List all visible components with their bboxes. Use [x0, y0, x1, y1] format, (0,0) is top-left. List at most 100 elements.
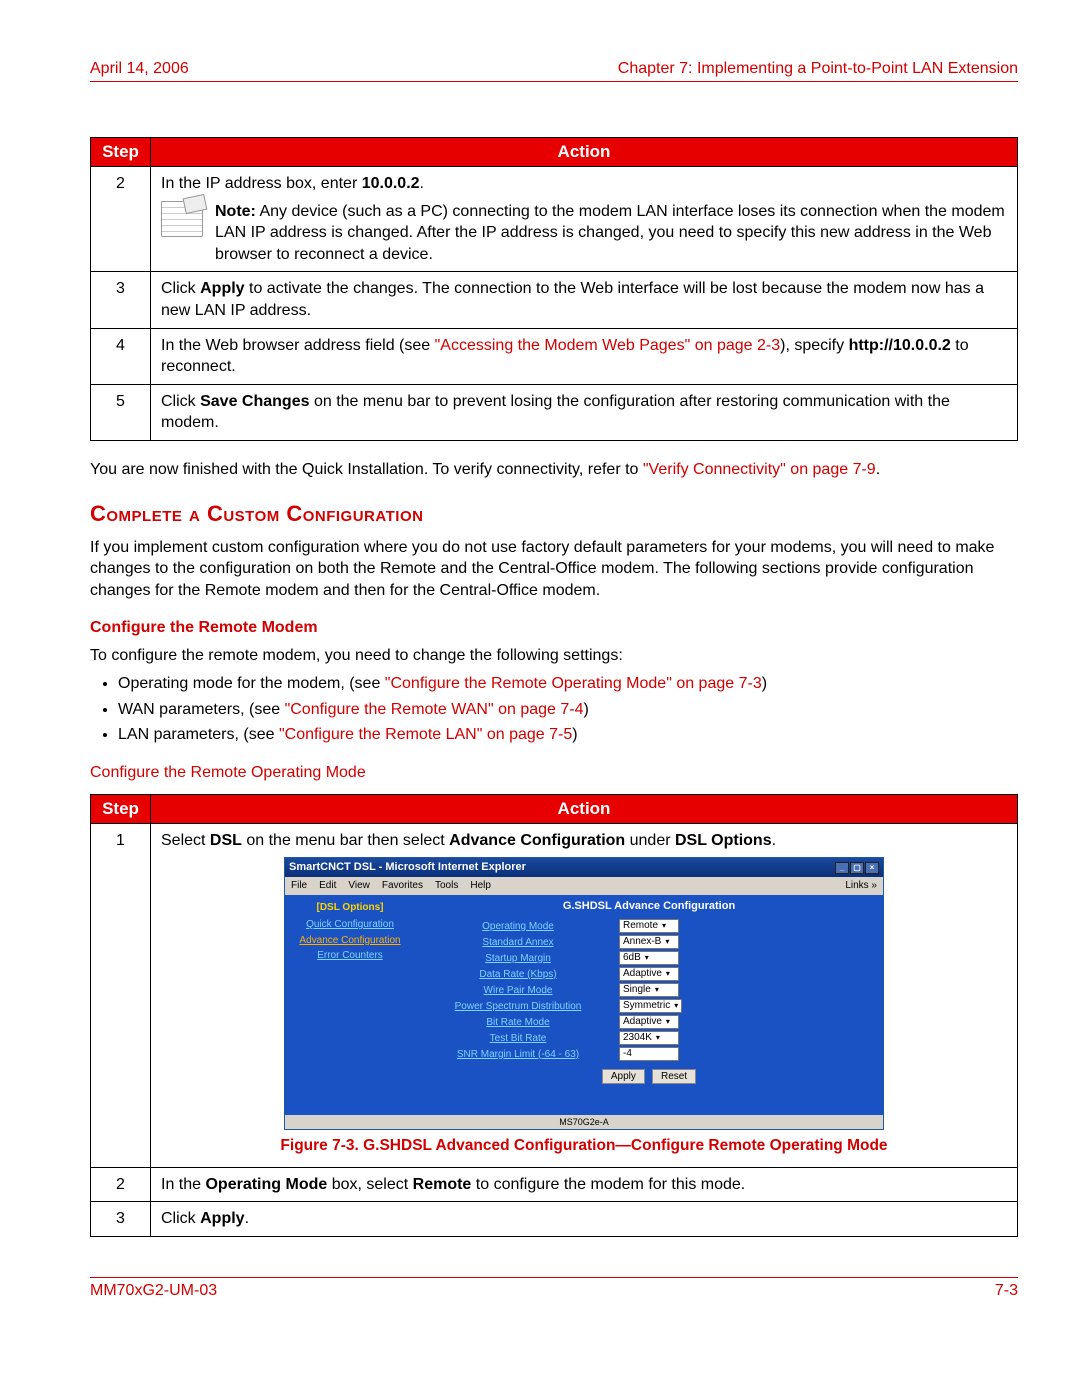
action-cell: Click Apply. [151, 1202, 1018, 1237]
sidebar: [DSL Options] Quick Configuration Advanc… [285, 895, 415, 1115]
field-label[interactable]: Wire Pair Mode [423, 984, 613, 998]
page-header: April 14, 2006 Chapter 7: Implementing a… [90, 60, 1018, 82]
note-block: Note: Any device (such as a PC) connecti… [161, 201, 1007, 266]
list-item: WAN parameters, (see "Configure the Remo… [118, 699, 1018, 721]
bold: Save Changes [200, 393, 309, 410]
snr-margin-input[interactable]: -4 [619, 1047, 679, 1061]
field-label[interactable]: Data Rate (Kbps) [423, 968, 613, 982]
field-label[interactable]: Operating Mode [423, 920, 613, 934]
step-cell: 1 [91, 823, 151, 1167]
menu-view[interactable]: View [348, 879, 370, 893]
bold: Apply [200, 280, 244, 297]
subsection-heading: Configure the Remote Modem [90, 619, 1018, 637]
test-bit-rate-select[interactable]: 2304K [619, 1031, 679, 1045]
step-cell: 5 [91, 384, 151, 440]
sidebar-link-quick[interactable]: Quick Configuration [291, 918, 409, 932]
bold: Advance Configuration [449, 832, 625, 849]
text: to activate the changes. The connection … [161, 280, 984, 319]
list-item: Operating mode for the modem, (see "Conf… [118, 673, 1018, 695]
window-buttons: _ ▢ × [835, 862, 879, 874]
step-cell: 4 [91, 328, 151, 384]
action-cell: Select DSL on the menu bar then select A… [151, 823, 1018, 1167]
note-label: Note: [215, 203, 256, 220]
text: Select [161, 832, 210, 849]
cross-ref-link[interactable]: "Accessing the Modem Web Pages" on page … [435, 337, 780, 354]
table-row: 2 In the IP address box, enter 10.0.0.2.… [91, 167, 1018, 272]
text: ), specify [780, 337, 848, 354]
table-row: 1 Select DSL on the menu bar then select… [91, 823, 1018, 1167]
page-footer: MM70xG2-UM-03 7-3 [90, 1277, 1018, 1300]
header-date: April 14, 2006 [90, 60, 189, 78]
field-label[interactable]: Startup Margin [423, 952, 613, 966]
table-row: 5 Click Save Changes on the menu bar to … [91, 384, 1018, 440]
text: box, select [327, 1176, 412, 1193]
sidebar-link-advance[interactable]: Advance Configuration [291, 934, 409, 948]
field-label[interactable]: Test Bit Rate [423, 1032, 613, 1046]
maximize-icon[interactable]: ▢ [850, 862, 864, 874]
browser-window: SmartCNCT DSL - Microsoft Internet Explo… [284, 857, 884, 1129]
bold: Apply [200, 1210, 244, 1227]
text: . [772, 832, 776, 849]
menu-favorites[interactable]: Favorites [382, 879, 423, 893]
field-label[interactable]: Power Spectrum Distribution [423, 1000, 613, 1014]
table-row: 2 In the Operating Mode box, select Remo… [91, 1167, 1018, 1202]
text: Operating mode for the modem, (see [118, 675, 385, 692]
step-cell: 2 [91, 167, 151, 272]
menu-tools[interactable]: Tools [435, 879, 458, 893]
cross-ref-link[interactable]: "Configure the Remote LAN" on page 7-5 [279, 726, 572, 743]
browser-body: [DSL Options] Quick Configuration Advanc… [285, 895, 883, 1115]
step-cell: 2 [91, 1167, 151, 1202]
text: to configure the modem for this mode. [471, 1176, 745, 1193]
col-action: Action [151, 794, 1018, 823]
close-icon[interactable]: × [865, 862, 879, 874]
cross-ref-link[interactable]: "Verify Connectivity" on page 7-9 [643, 461, 876, 478]
note-icon [161, 201, 203, 237]
figure-caption: Figure 7-3. G.SHDSL Advanced Configurati… [161, 1136, 1007, 1157]
ip-literal: 10.0.0.2 [362, 175, 420, 192]
cross-ref-link[interactable]: "Configure the Remote Operating Mode" on… [385, 675, 762, 692]
section-heading: Complete a Custom Configuration [90, 501, 1018, 527]
screenshot-wrap: SmartCNCT DSL - Microsoft Internet Explo… [161, 851, 1007, 1160]
startup-margin-select[interactable]: 6dB [619, 951, 679, 965]
text: Click [161, 393, 200, 410]
step-cell: 3 [91, 272, 151, 328]
text: ) [583, 701, 588, 718]
menu-help[interactable]: Help [470, 879, 491, 893]
text: In the Web browser address field (see [161, 337, 435, 354]
sidebar-link-errors[interactable]: Error Counters [291, 949, 409, 963]
footer-pagenum: 7-3 [995, 1282, 1018, 1300]
status-bar: MS70G2e-A [285, 1115, 883, 1129]
text: Click [161, 1210, 200, 1227]
reset-button[interactable]: Reset [652, 1069, 696, 1084]
text: under [625, 832, 675, 849]
paragraph: If you implement custom configuration wh… [90, 537, 1018, 602]
field-label[interactable]: Standard Annex [423, 936, 613, 950]
cross-ref-link[interactable]: "Configure the Remote WAN" on page 7-4 [285, 701, 584, 718]
paragraph: To configure the remote modem, you need … [90, 645, 1018, 667]
field-label[interactable]: Bit Rate Mode [423, 1016, 613, 1030]
apply-button[interactable]: Apply [602, 1069, 645, 1084]
links-bar[interactable]: Links » [845, 879, 877, 893]
standard-annex-select[interactable]: Annex-B [619, 935, 679, 949]
step-cell: 3 [91, 1202, 151, 1237]
sidebar-category: [DSL Options] [291, 901, 409, 915]
data-rate-select[interactable]: Adaptive [619, 967, 679, 981]
psd-select[interactable]: Symmetric [619, 999, 682, 1013]
list-item: LAN parameters, (see "Configure the Remo… [118, 724, 1018, 746]
subsubsection-heading: Configure the Remote Operating Mode [90, 764, 1018, 782]
menu-file[interactable]: File [291, 879, 307, 893]
bit-rate-mode-select[interactable]: Adaptive [619, 1015, 679, 1029]
bold: Remote [413, 1176, 472, 1193]
paragraph: You are now finished with the Quick Inst… [90, 459, 1018, 481]
window-titlebar: SmartCNCT DSL - Microsoft Internet Explo… [285, 858, 883, 877]
table-row: 3 Click Apply. [91, 1202, 1018, 1237]
field-label[interactable]: SNR Margin Limit (-64 - 63) [423, 1048, 613, 1062]
steps-table-2: Step Action 1 Select DSL on the menu bar… [90, 794, 1018, 1237]
operating-mode-select[interactable]: Remote [619, 919, 679, 933]
minimize-icon[interactable]: _ [835, 862, 849, 874]
button-row: Apply Reset [423, 1069, 875, 1084]
text: Click [161, 280, 200, 297]
wire-pair-select[interactable]: Single [619, 983, 679, 997]
text: ) [572, 726, 577, 743]
menu-edit[interactable]: Edit [319, 879, 336, 893]
